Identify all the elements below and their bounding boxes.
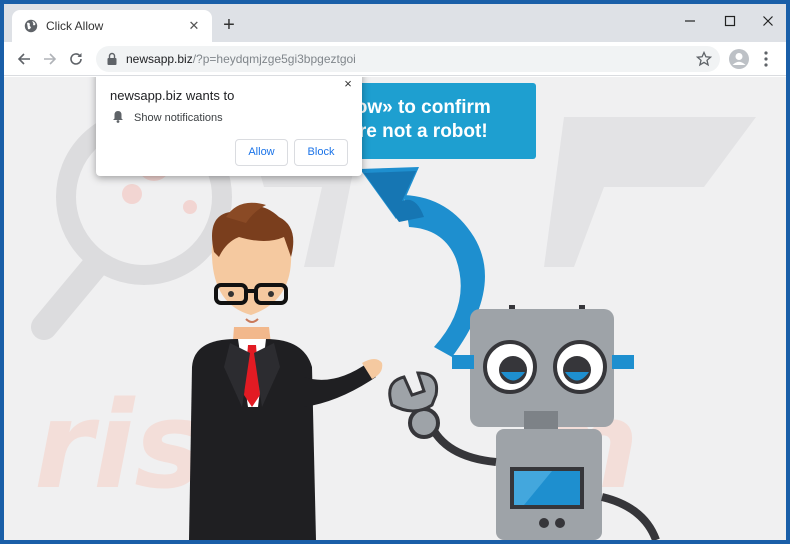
forward-button[interactable] [38,47,62,71]
star-icon[interactable] [696,51,712,67]
address-bar[interactable]: newsapp.biz/?p=heydqmjzge5gi3bpgeztgoi [96,46,720,72]
back-button[interactable] [12,47,36,71]
lock-icon [107,52,117,65]
kebab-menu-icon[interactable] [756,48,776,70]
tab-close-icon[interactable]: ✕ [184,16,204,36]
curved-arrow-icon [360,167,485,357]
reload-button[interactable] [64,47,88,71]
minimize-icon [685,20,695,22]
tab-strip: Click Allow ✕ + [4,4,786,42]
page-content: risk m llow» to confirm are not a robot! [4,77,786,540]
url-text: newsapp.biz/?p=heydqmjzge5gi3bpgeztgoi [126,52,356,66]
maximize-button[interactable] [710,8,750,34]
close-window-button[interactable] [748,8,786,34]
new-tab-button[interactable]: + [218,14,240,36]
block-button[interactable]: Block [294,139,348,166]
popup-close-icon[interactable]: × [340,77,356,92]
minimize-button[interactable] [670,8,710,34]
url-path: /?p=heydqmjzge5gi3bpgeztgoi [192,52,356,66]
reload-icon [70,53,82,65]
allow-button[interactable]: Allow [235,139,288,166]
globe-icon [24,19,38,33]
forward-arrow-icon [44,53,57,65]
browser-window: Click Allow ✕ + newsapp.biz/?p=heydqmjzg… [4,4,786,540]
robot-illustration [388,305,660,540]
tab-click-allow[interactable]: Click Allow ✕ [12,10,212,42]
browser-toolbar: newsapp.biz/?p=heydqmjzge5gi3bpgeztgoi [4,42,786,76]
permission-label: Show notifications [134,112,223,124]
back-arrow-icon [17,53,30,65]
tab-title: Click Allow [46,19,104,33]
close-icon [763,16,773,26]
account-icon[interactable] [728,48,750,70]
url-host: newsapp.biz [126,52,193,66]
businessman-illustration [189,202,383,540]
notification-permission-popup: newsapp.biz wants to × Show notification… [96,77,362,176]
bell-icon [113,111,123,123]
popup-title: newsapp.biz wants to [110,88,235,103]
maximize-icon [724,15,736,27]
